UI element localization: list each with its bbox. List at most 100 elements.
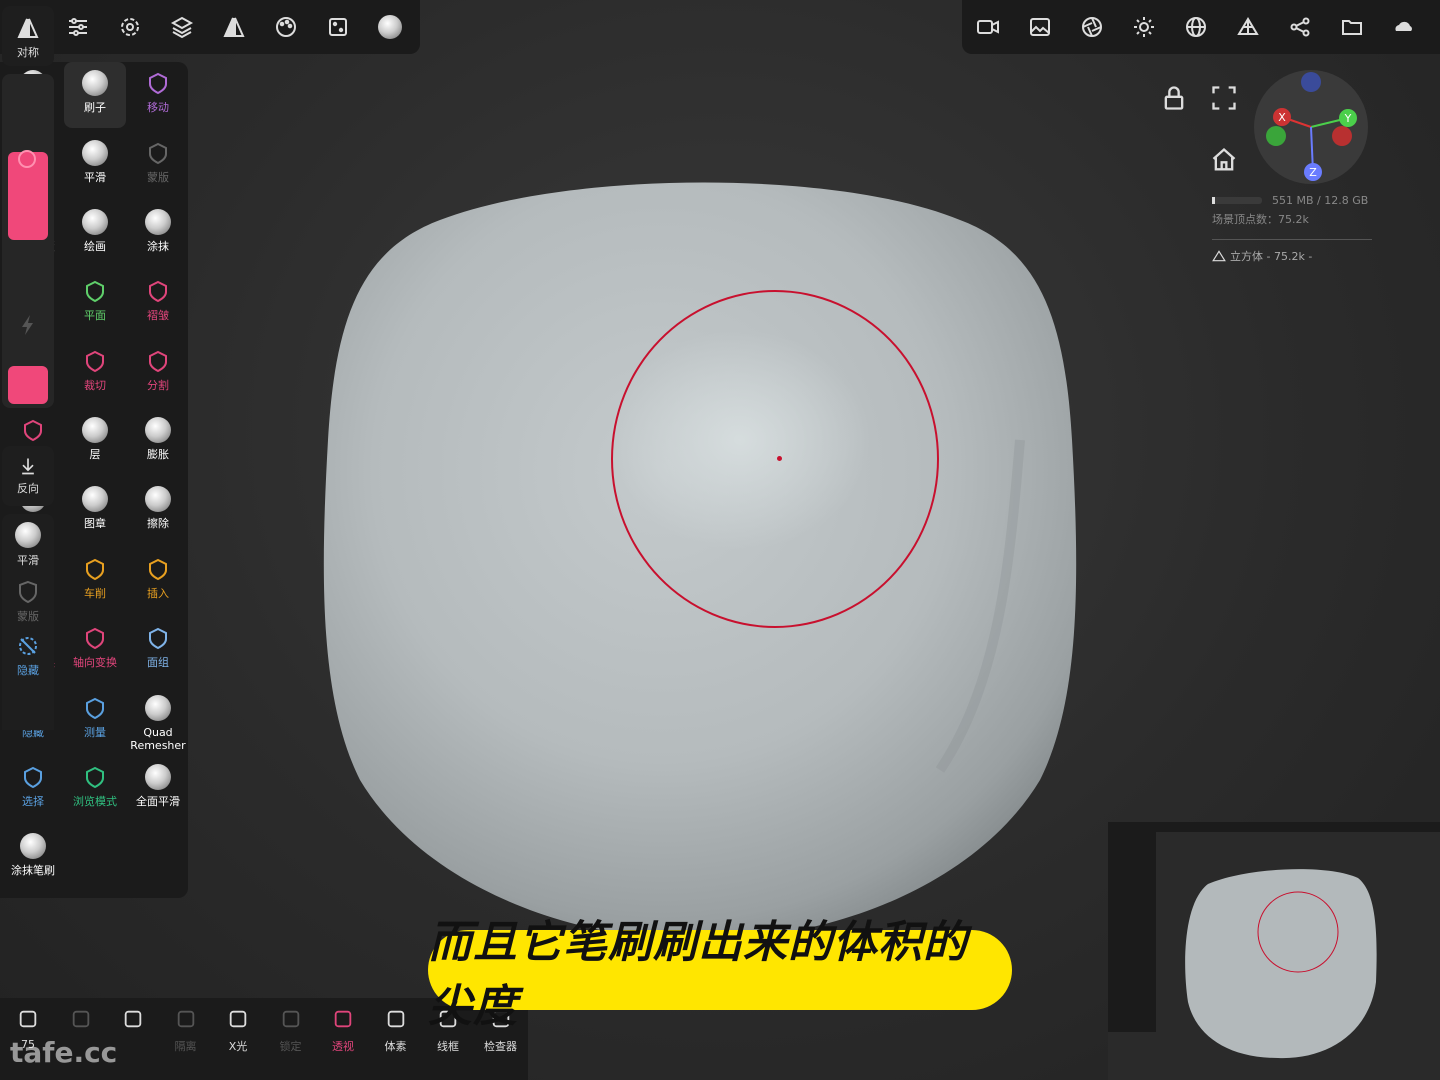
tool-26[interactable]: 面组: [127, 617, 189, 683]
search-icon: [175, 1008, 197, 1034]
bottom-button-6[interactable]: 透视: [317, 1008, 369, 1054]
share-icon[interactable]: [1274, 0, 1326, 54]
bottom-button-2[interactable]: [107, 1008, 159, 1038]
dice-icon[interactable]: [312, 0, 364, 54]
tool-label: 涂抹: [147, 240, 169, 253]
radius-slider-handle[interactable]: [18, 150, 36, 168]
intensity-slider[interactable]: [8, 366, 48, 404]
tool-label: 绘画: [84, 240, 106, 253]
vertex-count: 场景顶点数：75.2k: [1212, 213, 1309, 226]
tool-1[interactable]: 刷子: [64, 62, 126, 128]
tool-30[interactable]: 选择: [2, 756, 64, 822]
tool-29[interactable]: Quad Remesher: [127, 687, 189, 753]
tool-13[interactable]: 裁切: [64, 340, 126, 406]
tool-label: 平面: [84, 309, 106, 322]
image-icon[interactable]: [1014, 0, 1066, 54]
tool-icon: [80, 276, 110, 306]
gizmo-x-label: X: [1278, 111, 1286, 124]
gizmo-y-label: Y: [1344, 112, 1352, 125]
bottom-button-label: 锁定: [279, 1040, 302, 1053]
tool-19[interactable]: 图章: [64, 478, 126, 544]
bottom-button-3[interactable]: 隔离: [160, 1008, 212, 1054]
mask-shield-icon[interactable]: [16, 580, 40, 604]
hide-icon[interactable]: [16, 634, 40, 658]
mesh-icon[interactable]: [1222, 0, 1274, 54]
lock-icon[interactable]: [1160, 84, 1188, 112]
bottom-button-5[interactable]: 锁定: [265, 1008, 317, 1054]
tool-icon: [143, 762, 173, 792]
aperture-icon[interactable]: [1066, 0, 1118, 54]
tool-25[interactable]: 轴向变换: [64, 617, 126, 683]
undo-icon: [17, 1008, 39, 1034]
tool-10[interactable]: 平面: [64, 270, 126, 336]
tool-31[interactable]: 浏览模式: [64, 756, 126, 822]
gear-icon[interactable]: [104, 0, 156, 54]
object-item[interactable]: 立方体 - 75.2k -: [1230, 248, 1312, 264]
video-subtitle: 而且它笔刷刷出来的体积的尖度: [428, 917, 1012, 1032]
tool-22[interactable]: 车削: [64, 548, 126, 614]
tool-32[interactable]: 全面平滑: [127, 756, 189, 822]
tool-28[interactable]: 测量: [64, 687, 126, 753]
tool-11[interactable]: 褶皱: [127, 270, 189, 336]
palette-icon[interactable]: [260, 0, 312, 54]
tool-20[interactable]: 擦除: [127, 478, 189, 544]
bottom-button-7[interactable]: 体素: [370, 1008, 422, 1054]
tool-icon: [18, 831, 48, 861]
sun-icon[interactable]: [1118, 0, 1170, 54]
reverse-toggle[interactable]: 反向: [2, 446, 54, 506]
tool-23[interactable]: 插入: [127, 548, 189, 614]
tool-label: 选择: [22, 795, 44, 808]
tool-label: 层: [89, 448, 101, 461]
tool-4[interactable]: 平滑: [64, 132, 126, 198]
cube-icon: [332, 1008, 354, 1034]
symmetry-label: 对称: [17, 46, 39, 59]
bottom-button-label: 隔离: [174, 1040, 197, 1053]
tool-33[interactable]: 涂抹笔刷: [2, 825, 64, 891]
tool-icon: [143, 484, 173, 514]
tool-5[interactable]: 蒙版: [127, 132, 189, 198]
top-left-toolbar: [0, 0, 420, 54]
tool-16[interactable]: 层: [64, 409, 126, 475]
smooth-sphere-icon[interactable]: [15, 522, 41, 548]
camera-icon[interactable]: [962, 0, 1014, 54]
fullscreen-icon[interactable]: [1210, 84, 1238, 112]
bottom-button-label: X光: [228, 1040, 248, 1053]
orientation-gizmo[interactable]: X Y Z: [1252, 68, 1370, 186]
symmetry-icon: [17, 18, 39, 38]
folder-icon[interactable]: [1326, 0, 1378, 54]
tool-label: 膨胀: [147, 448, 169, 461]
tool-icon: [18, 762, 48, 792]
top-right-toolbar: [962, 0, 1440, 54]
home-icon[interactable]: [1210, 146, 1238, 174]
layers-icon[interactable]: [156, 0, 208, 54]
picture-in-picture-preview: [1108, 822, 1440, 1080]
tool-icon: [143, 346, 173, 376]
gizmo-z-label: Z: [1309, 166, 1317, 179]
book-icon: [122, 1008, 144, 1034]
material-icon[interactable]: [364, 0, 416, 54]
tool-label: 刷子: [84, 101, 106, 114]
tool-icon: [80, 484, 110, 514]
tool-17[interactable]: 膨胀: [127, 409, 189, 475]
tool-label: 褶皱: [147, 309, 169, 322]
tool-7[interactable]: 绘画: [64, 201, 126, 267]
bottom-button-4[interactable]: X光: [212, 1008, 264, 1054]
memory-usage: 551 MB / 12.8 GB: [1272, 194, 1369, 207]
tool-label: 裁切: [84, 379, 106, 392]
symmetry-icon[interactable]: [208, 0, 260, 54]
mesh-object-icon: [1212, 250, 1226, 262]
tool-8[interactable]: 涂抹: [127, 201, 189, 267]
tool-label: 浏览模式: [73, 795, 117, 808]
sphere-grid-icon[interactable]: [1170, 0, 1222, 54]
cloud-icon[interactable]: [1378, 0, 1430, 54]
symmetry-toggle[interactable]: 对称: [2, 6, 54, 66]
tool-label: 蒙版: [147, 171, 169, 184]
tool-icon: [143, 207, 173, 237]
tool-14[interactable]: 分割: [127, 340, 189, 406]
tool-2[interactable]: 移动: [127, 62, 189, 128]
sliders-icon[interactable]: [52, 0, 104, 54]
memory-bar: [1212, 197, 1262, 204]
tool-label: 轴向变换: [73, 656, 117, 669]
tool-label: 插入: [147, 587, 169, 600]
bottom-button-1[interactable]: [55, 1008, 107, 1038]
